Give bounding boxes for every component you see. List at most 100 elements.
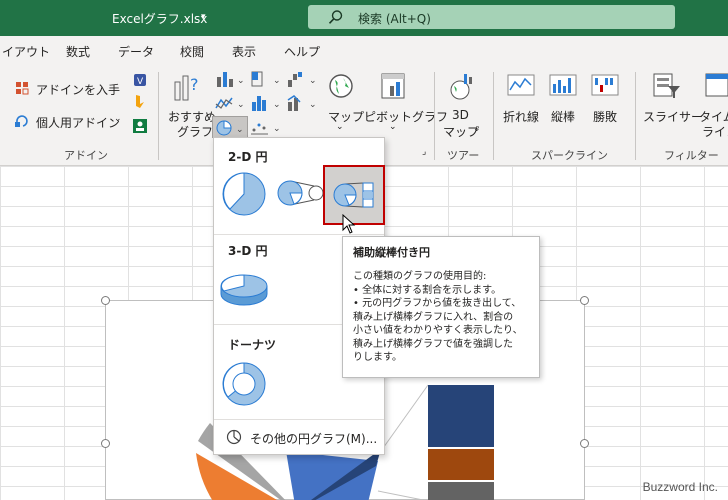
visio-icon[interactable]: V [132,72,148,88]
chevron-down-icon[interactable]: ⌄ [114,114,122,124]
3d-map-icon [450,74,472,100]
bing-icon[interactable] [132,94,148,110]
tooltip-line: 積み上げ横棒グラフに入れ、割合の [353,311,514,323]
divider [214,234,384,235]
connector-line [380,384,429,452]
3d-map-button[interactable]: 3D [452,108,469,122]
group-separator [635,72,636,160]
bar-segment-brown [428,449,494,480]
tooltip-line: この種類のグラフの使用目的: [353,271,487,282]
svg-text:⌄: ⌄ [237,76,245,86]
ribbon-tabs: イアウト 数式 データ 校閲 表示 ヘルプ [0,36,728,66]
sparkline-column-icon [549,74,577,96]
hierarchy-chart-icon[interactable]: ⌄ [250,70,282,88]
group-separator [434,72,435,160]
svg-text:⌄: ⌄ [236,125,244,135]
recommended-charts-icon: ? [174,75,199,101]
search-icon [328,10,343,24]
divider [214,419,384,420]
svg-text:V: V [137,77,144,87]
group-separator [158,72,159,160]
resize-handle[interactable] [580,439,589,448]
tooltip-line: 積み上げ横棒グラフで値を強調した [353,338,513,350]
svg-text:⌄: ⌄ [273,76,281,86]
svg-text:⌄: ⌄ [309,100,317,110]
tooltip-line: りします。 [353,352,402,363]
search-box[interactable]: 検索 (Alt+Q) [308,5,675,29]
search-placeholder: 検索 (Alt+Q) [358,12,431,26]
tooltip-line: • 全体に対する割合を示します。 [353,284,502,296]
pie-chart-icon: ⌄ [216,120,244,136]
chevron-down-icon[interactable]: ▾ [201,12,206,22]
map-button[interactable]: マップ [328,108,364,125]
mouse-cursor-icon [342,214,356,234]
dialog-launcher-icon[interactable]: ⌟ [422,147,426,157]
tab-view[interactable]: 表示 [232,43,256,60]
tab-review[interactable]: 校閲 [180,43,204,60]
personal-addins-button[interactable]: 個人用アドイン [36,114,120,131]
pivot-chart-icon [381,73,405,99]
svg-text:⌄: ⌄ [273,124,281,134]
section-donut: ドーナツ [228,338,277,352]
resize-handle[interactable] [101,439,110,448]
svg-text:?: ? [190,75,199,94]
tab-formulas[interactable]: 数式 [66,43,90,60]
recommended-charts-label-2: グラフ [177,125,214,139]
line-chart-icon[interactable]: ⌄ [214,94,246,112]
tooltip-line: 小さい値をわかりやすく表示したり、 [353,325,523,336]
donut-option[interactable] [220,360,268,408]
svg-text:⌄: ⌄ [237,100,245,110]
watermark: Buzzword Inc. [642,480,718,494]
pie-of-pie-option[interactable] [274,178,324,208]
filter-group-label: フィルター [664,149,719,162]
timeline-label-2: ライン [702,125,728,139]
people-graph-icon[interactable] [132,118,148,134]
resize-handle[interactable] [101,296,110,305]
svg-text:⌄: ⌄ [309,76,317,86]
title-bar: Excelグラフ.xlsx ▾ 検索 (Alt+Q) [0,0,728,36]
tab-data[interactable]: データ [118,43,154,60]
pie-2d-option[interactable] [220,170,268,218]
more-pie-charts-link[interactable]: その他の円グラフ(M)... [250,430,377,447]
chevron-down-icon[interactable]: ⌄ [389,122,397,132]
combo-chart-icon[interactable]: ⌄ [286,94,318,112]
tab-page-layout[interactable]: イアウト [2,43,50,60]
file-title: Excelグラフ.xlsx [112,12,208,26]
store-icon [16,82,29,95]
tooltip-line: • 元の円グラフから値を抜き出して、 [353,298,522,309]
pie-chart-button[interactable]: ⌄ [212,116,248,138]
section-2d-pie: 2-D 円 [228,150,268,164]
bar-segment-navy [428,385,494,447]
section-3d-pie: 3-D 円 [228,244,268,258]
connector-line [377,490,426,500]
tooltip-title: 補助縦棒付き円 [353,246,430,259]
sparkline-line-icon [507,74,535,96]
scatter-chart-icon[interactable]: ⌄ [250,118,282,136]
statistic-chart-icon[interactable]: ⌄ [250,94,282,112]
column-chart-icon[interactable]: ⌄ [214,70,246,88]
svg-text:⌄: ⌄ [273,100,281,110]
bar-of-pie-icon [333,182,374,208]
slicer-button[interactable]: スライサー [643,108,703,125]
pie-slice-blue [286,451,378,500]
sparkline-winloss-button[interactable]: 勝敗 [593,108,617,125]
slicer-icon [653,73,680,98]
bar-segment-gray [428,482,494,500]
pivot-chart-button[interactable]: ピボットグラフ [364,108,448,125]
addins-group-label: アドイン [64,149,108,162]
group-separator [493,72,494,160]
pie-3d-option[interactable] [218,268,270,308]
get-addins-button[interactable]: アドインを入手 [36,81,120,98]
sparkline-line-button[interactable]: 折れ線 [503,108,539,125]
sparkline-winloss-icon [591,74,619,96]
resize-handle[interactable] [580,296,589,305]
chevron-down-icon[interactable]: ⌄ [336,122,344,132]
waterfall-chart-icon[interactable]: ⌄ [286,70,318,88]
sparkline-group-label: スパークライン [531,149,608,162]
globe-icon [329,74,353,98]
tab-help[interactable]: ヘルプ [284,43,320,60]
sparkline-column-button[interactable]: 縦棒 [551,108,575,125]
chevron-down-icon[interactable]: ⌄ [473,124,481,134]
pie-chart-icon [226,429,242,445]
personal-addins-icon [15,115,28,127]
